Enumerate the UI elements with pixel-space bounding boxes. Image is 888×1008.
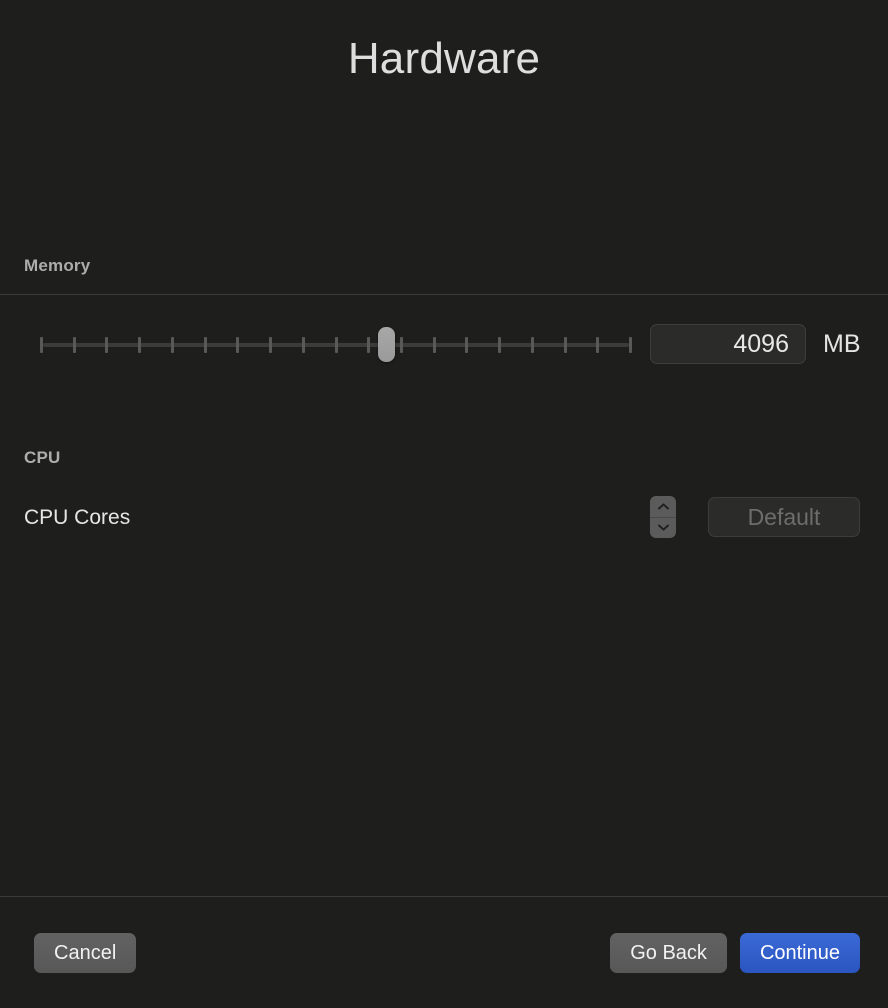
memory-value-text: 4096 [733,329,789,358]
stepper-increment-button[interactable] [650,496,676,517]
slider-tick [170,337,174,353]
slider-tick [138,337,142,353]
slider-tick [269,337,273,353]
slider-tick [236,337,240,353]
memory-section-divider [0,294,888,295]
slider-tick [530,337,534,353]
cpu-cores-row: CPU Cores Default [0,494,888,540]
memory-value-field[interactable]: 4096 [650,324,806,364]
cpu-cores-label: CPU Cores [24,505,131,529]
footer-button-bar: Cancel Go Back Continue [0,897,888,1008]
stepper-decrement-button[interactable] [650,516,676,539]
settings-content: Memory 4096 MB CPU CPU Cores Default [0,118,888,896]
cpu-cores-field[interactable]: Default [708,497,860,537]
section-header-memory: Memory [24,256,91,275]
slider-tick-marks [40,337,632,353]
slider-tick [367,337,371,353]
slider-tick [334,337,338,353]
cpu-cores-controls: Default [650,496,860,538]
slider-tick [596,337,600,353]
page-title: Hardware [347,34,541,83]
slider-tick [72,337,76,353]
chevron-up-icon [657,503,669,510]
cpu-cores-stepper[interactable] [650,496,676,538]
slider-tick [301,337,305,353]
memory-row: 4096 MB [0,322,888,366]
slider-tick [563,337,567,353]
slider-tick [105,337,109,353]
slider-tick [629,337,632,353]
hardware-configuration-window: Hardware Memory 4096 MB CPU CPU Cores De… [0,0,888,1008]
chevron-down-icon [657,524,669,531]
memory-unit-label: MB [823,329,861,358]
go-back-button[interactable]: Go Back [610,932,727,973]
cpu-cores-value: Default [747,503,821,530]
slider-thumb[interactable] [378,327,396,362]
slider-tick [432,337,436,353]
section-header-cpu: CPU [24,448,61,467]
slider-tick [203,337,207,353]
memory-slider[interactable] [40,324,632,364]
slider-tick [399,337,403,353]
title-bar: Hardware [0,0,888,118]
slider-tick [465,337,469,353]
continue-button[interactable]: Continue [739,932,860,973]
slider-tick [498,337,502,353]
cancel-button[interactable]: Cancel [34,932,137,973]
slider-tick [40,337,43,353]
